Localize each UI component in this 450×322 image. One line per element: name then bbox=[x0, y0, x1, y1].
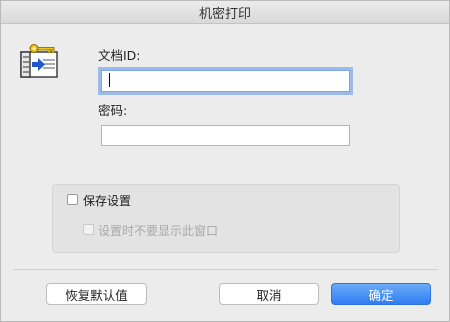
hide-on-set-label: 设置时不要显示此窗口 bbox=[98, 224, 219, 238]
ok-label: 确定 bbox=[368, 287, 394, 303]
save-settings-checkbox[interactable] bbox=[67, 194, 78, 205]
doc-id-input[interactable] bbox=[101, 70, 350, 92]
title-bar: 机密打印 bbox=[1, 1, 449, 24]
cancel-button[interactable]: 取消 bbox=[219, 283, 319, 305]
password-input[interactable] bbox=[101, 125, 350, 146]
hide-on-set-checkbox bbox=[83, 224, 94, 235]
confidential-print-key-icon bbox=[20, 44, 58, 78]
text-caret bbox=[109, 73, 110, 87]
cancel-label: 取消 bbox=[256, 287, 282, 303]
password-label: 密码: bbox=[98, 103, 128, 118]
restore-defaults-label: 恢复默认值 bbox=[65, 287, 128, 303]
window-title: 机密打印 bbox=[198, 6, 251, 22]
ok-button[interactable]: 确定 bbox=[331, 283, 431, 305]
restore-defaults-button[interactable]: 恢复默认值 bbox=[46, 283, 147, 305]
footer-divider bbox=[13, 269, 438, 270]
confidential-print-dialog: 机密打印 文档ID: 密码: 保存设置 设置时不要显示此窗口 恢复默认值 取消 … bbox=[0, 0, 450, 322]
doc-id-label: 文档ID: bbox=[98, 48, 141, 63]
save-settings-label[interactable]: 保存设置 bbox=[83, 192, 131, 209]
